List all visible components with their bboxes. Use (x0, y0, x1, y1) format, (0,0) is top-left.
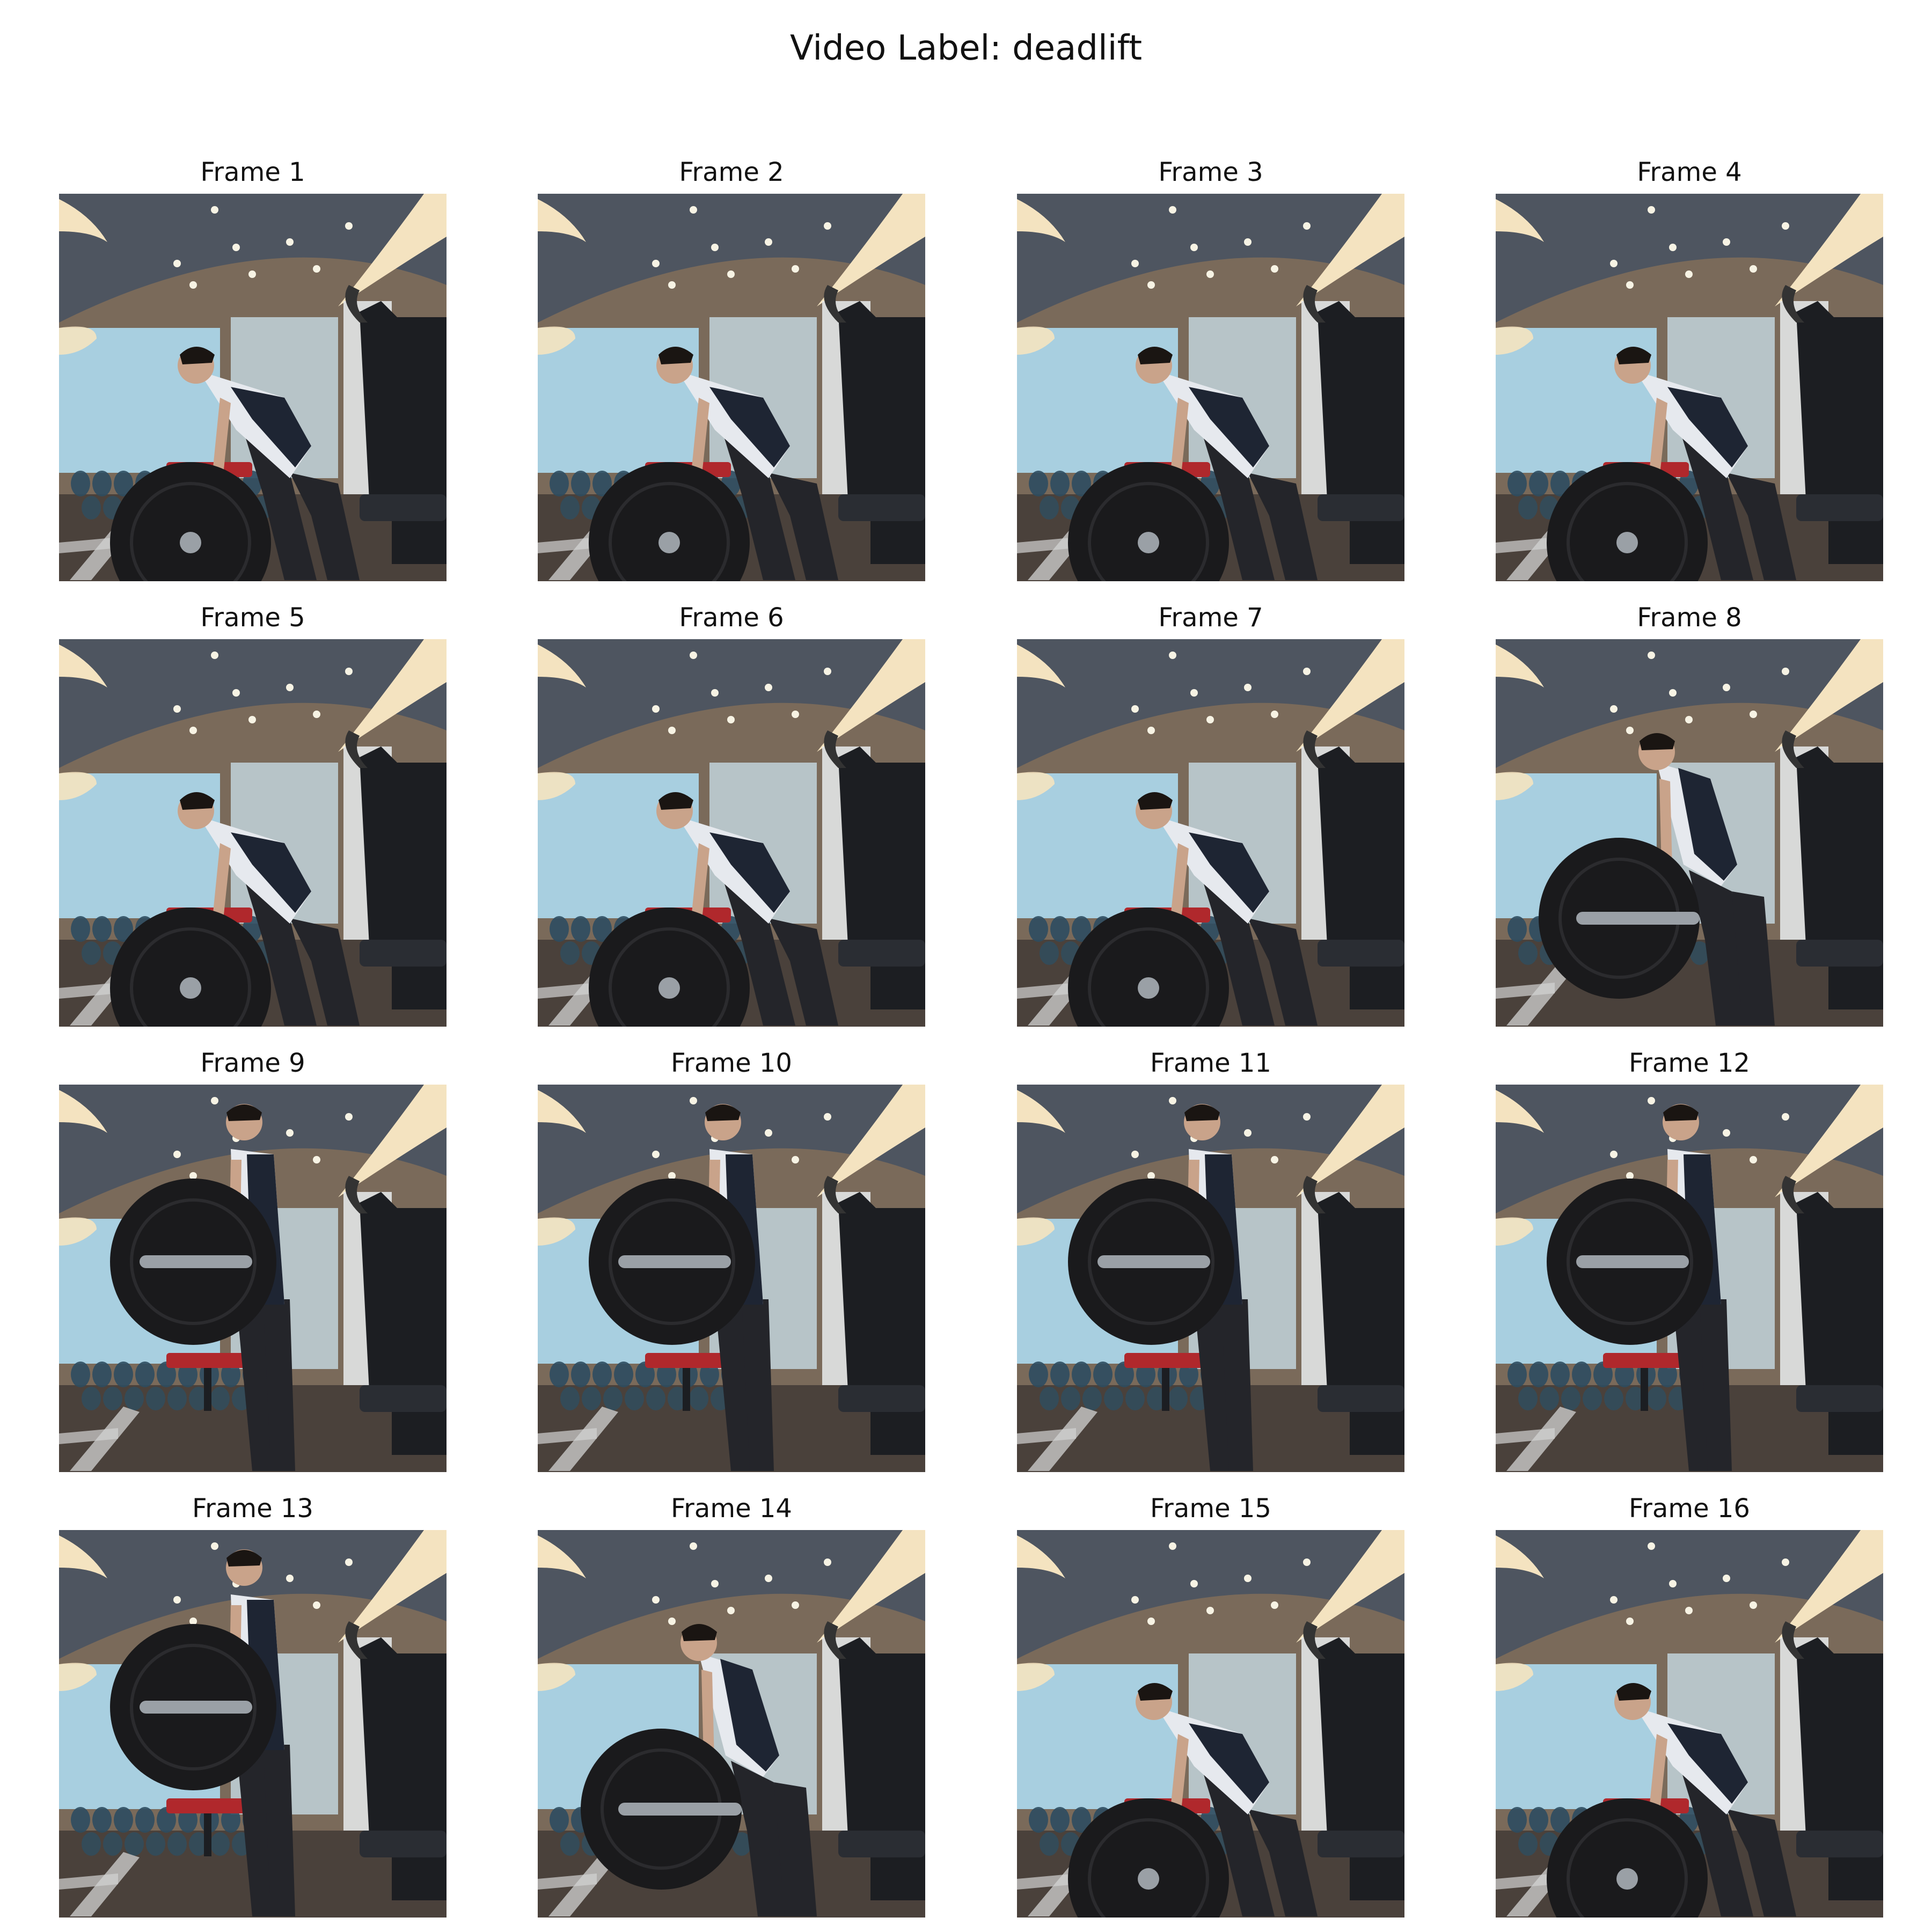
gym-scene (1496, 639, 1883, 1027)
bar (140, 1255, 252, 1268)
gym-scene (1017, 639, 1404, 1027)
gym-scene (59, 194, 447, 581)
bench (166, 1353, 252, 1368)
frame-title: Frame 15 (1150, 1494, 1271, 1524)
bench (1603, 1353, 1689, 1368)
bar (140, 1701, 252, 1714)
gym-scene (59, 1530, 447, 1918)
gym-scene (538, 639, 925, 1027)
frame-image (538, 1530, 925, 1918)
gym-scene (538, 1085, 925, 1472)
frame-title: Frame 6 (679, 603, 784, 633)
bar (618, 1255, 731, 1268)
frame-image (59, 639, 447, 1027)
frame-title: Frame 9 (200, 1048, 305, 1078)
frame-title: Frame 13 (192, 1494, 313, 1524)
frame-image (1017, 1530, 1404, 1918)
frame-title: Frame 5 (200, 603, 305, 633)
bench (1124, 1353, 1210, 1368)
frame-image (538, 639, 925, 1027)
frame-title: Frame 4 (1637, 157, 1742, 187)
frame-image (59, 1530, 447, 1918)
frame-image (1017, 194, 1404, 581)
frame-title: Frame 16 (1629, 1494, 1750, 1524)
frame-title: Frame 2 (679, 157, 784, 187)
bench (645, 1353, 731, 1368)
frame-title: Frame 14 (671, 1494, 792, 1524)
bar (1097, 1255, 1210, 1268)
frame-image (538, 194, 925, 581)
frame-image (59, 1085, 447, 1472)
gym-scene (59, 1085, 447, 1472)
frame-title: Frame 7 (1158, 603, 1263, 633)
frame-title: Frame 8 (1637, 603, 1742, 633)
gym-scene (1017, 1530, 1404, 1918)
frame-image (59, 194, 447, 581)
gym-scene (1017, 194, 1404, 581)
frame-image (538, 1085, 925, 1472)
bar (1576, 912, 1700, 925)
bench (166, 1798, 252, 1813)
frame-image (1017, 639, 1404, 1027)
frame-title: Frame 1 (200, 157, 305, 187)
frame-image (1496, 194, 1883, 581)
frame-image (1017, 1085, 1404, 1472)
frame-image (1496, 1530, 1883, 1918)
frame-title: Frame 10 (671, 1048, 792, 1078)
gym-scene (59, 639, 447, 1027)
gym-scene (1017, 1085, 1404, 1472)
frame-title: Frame 12 (1629, 1048, 1750, 1078)
frame-image (1496, 1085, 1883, 1472)
gym-scene (1496, 1085, 1883, 1472)
gym-scene (538, 194, 925, 581)
gym-scene (538, 1530, 925, 1918)
bar (618, 1803, 742, 1816)
gym-scene (1496, 1530, 1883, 1918)
figure-title: Video Label: deadlift (789, 28, 1143, 68)
bar (1576, 1255, 1689, 1268)
frame-image (1496, 639, 1883, 1027)
gym-scene (1496, 194, 1883, 581)
frame-title: Frame 11 (1150, 1048, 1271, 1078)
frame-title: Frame 3 (1158, 157, 1263, 187)
